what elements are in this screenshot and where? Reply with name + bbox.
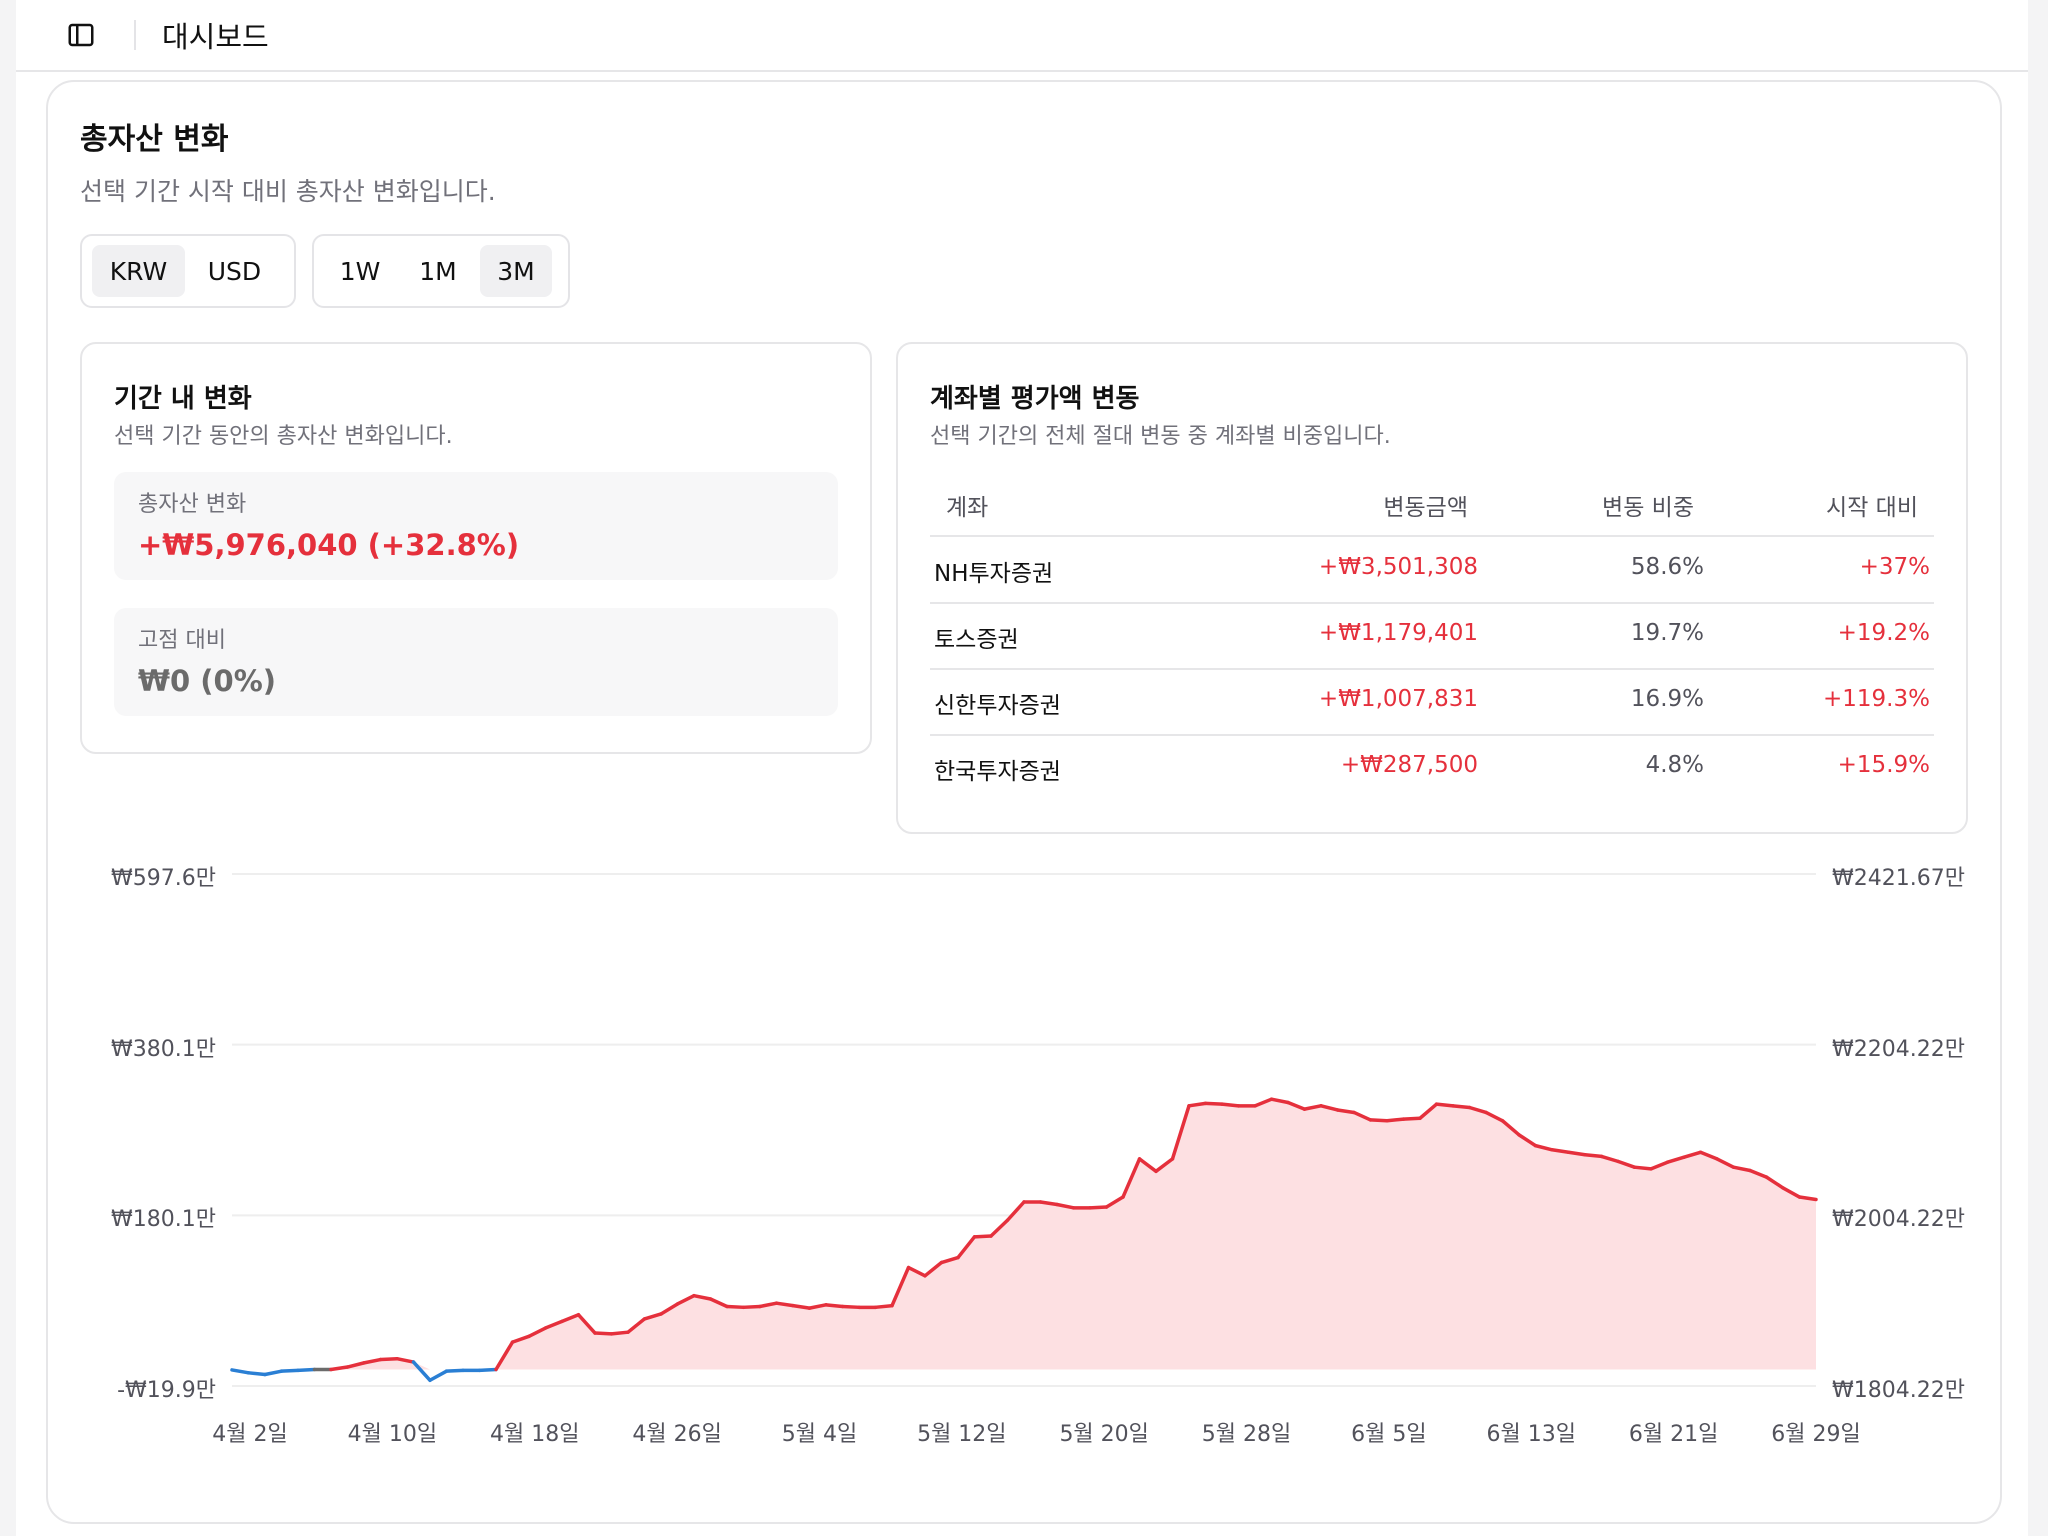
y-axis-left-tick-label: ₩597.6만 xyxy=(111,866,216,891)
chart-line-segment xyxy=(774,1301,795,1308)
chart-line-segment xyxy=(296,1367,317,1373)
x-axis-tick-label: 6월 21일 xyxy=(1628,1422,1719,1447)
chart-line-segment xyxy=(824,1303,845,1309)
y-axis-right-tick-label: ₩2004.22만 xyxy=(1832,1207,1965,1233)
chart-line-segment xyxy=(1385,1117,1406,1123)
chart-line-segment xyxy=(609,1330,630,1336)
x-axis-tick-label: 4월 2일 xyxy=(212,1422,288,1447)
y-axis-left-tick-label: ₩180.1만 xyxy=(111,1207,216,1233)
chart-line-segment xyxy=(246,1371,267,1377)
x-axis-tick-label: 4월 26일 xyxy=(632,1422,722,1447)
chart-line-segment xyxy=(1401,1116,1422,1121)
chart-line-segment xyxy=(1566,1150,1587,1157)
chart-line-segment xyxy=(428,1369,449,1383)
chart-line-segment xyxy=(1088,1205,1109,1210)
chart-line-segment xyxy=(411,1360,432,1383)
chart-line-segment xyxy=(1368,1118,1389,1123)
chart-line-segment xyxy=(791,1303,812,1310)
y-axis-right-tick-label: ₩2421.67만 xyxy=(1832,866,1965,891)
chart-line-segment xyxy=(263,1369,284,1377)
chart-line-segment xyxy=(1203,1101,1224,1106)
x-axis-tick-label: 6월 13일 xyxy=(1486,1422,1576,1447)
chart-line-segment xyxy=(444,1368,465,1373)
chart-line-segment xyxy=(1451,1104,1472,1110)
chart-line-segment xyxy=(1797,1195,1818,1202)
chart-line-segment xyxy=(1583,1153,1604,1159)
x-axis-tick-label: 6월 29일 xyxy=(1771,1422,1861,1447)
y-axis-right-tick-label: ₩2204.22만 xyxy=(1832,1036,1965,1062)
y-axis-right-tick-label: ₩1804.22만 xyxy=(1832,1378,1965,1403)
chart-line-segment xyxy=(873,1303,894,1310)
chart-line-segment xyxy=(972,1234,993,1239)
x-axis-tick-label: 6월 5일 xyxy=(1351,1422,1427,1447)
chart-line-segment xyxy=(378,1356,399,1362)
chart-line-segment xyxy=(741,1304,762,1310)
chart-line-segment xyxy=(1434,1102,1455,1108)
chart-line-segment xyxy=(593,1331,614,1336)
chart-line-segment xyxy=(279,1368,300,1373)
x-axis-tick-label: 4월 10일 xyxy=(347,1422,438,1447)
chart-line-segment xyxy=(329,1365,350,1372)
x-axis-tick-label: 5월 20일 xyxy=(1059,1422,1149,1447)
x-axis-tick-label: 5월 12일 xyxy=(917,1422,1007,1447)
chart-area-fill xyxy=(232,1099,1816,1370)
chart-line-segment xyxy=(477,1367,498,1373)
asset-change-chart xyxy=(230,873,1818,1387)
chart-line-segment xyxy=(230,1368,251,1375)
x-axis-tick-label: 5월 28일 xyxy=(1201,1422,1292,1447)
chart-line-segment xyxy=(1187,1101,1208,1108)
x-axis-tick-label: 5월 4일 xyxy=(781,1422,858,1447)
chart-line-segment xyxy=(1632,1165,1653,1171)
chart-line-segment xyxy=(1220,1102,1241,1108)
chart-line-segment xyxy=(840,1304,861,1310)
x-axis-tick-label: 4월 18일 xyxy=(489,1422,580,1447)
chart-line-segment xyxy=(725,1304,746,1310)
chart-line-segment xyxy=(1550,1148,1571,1155)
y-axis-left-tick-label: ₩380.1만 xyxy=(111,1036,216,1062)
chart-line-segment xyxy=(1038,1200,1059,1207)
y-axis-left-tick-label: -₩19.9만 xyxy=(117,1378,216,1403)
chart-line-segment xyxy=(1335,1108,1356,1115)
